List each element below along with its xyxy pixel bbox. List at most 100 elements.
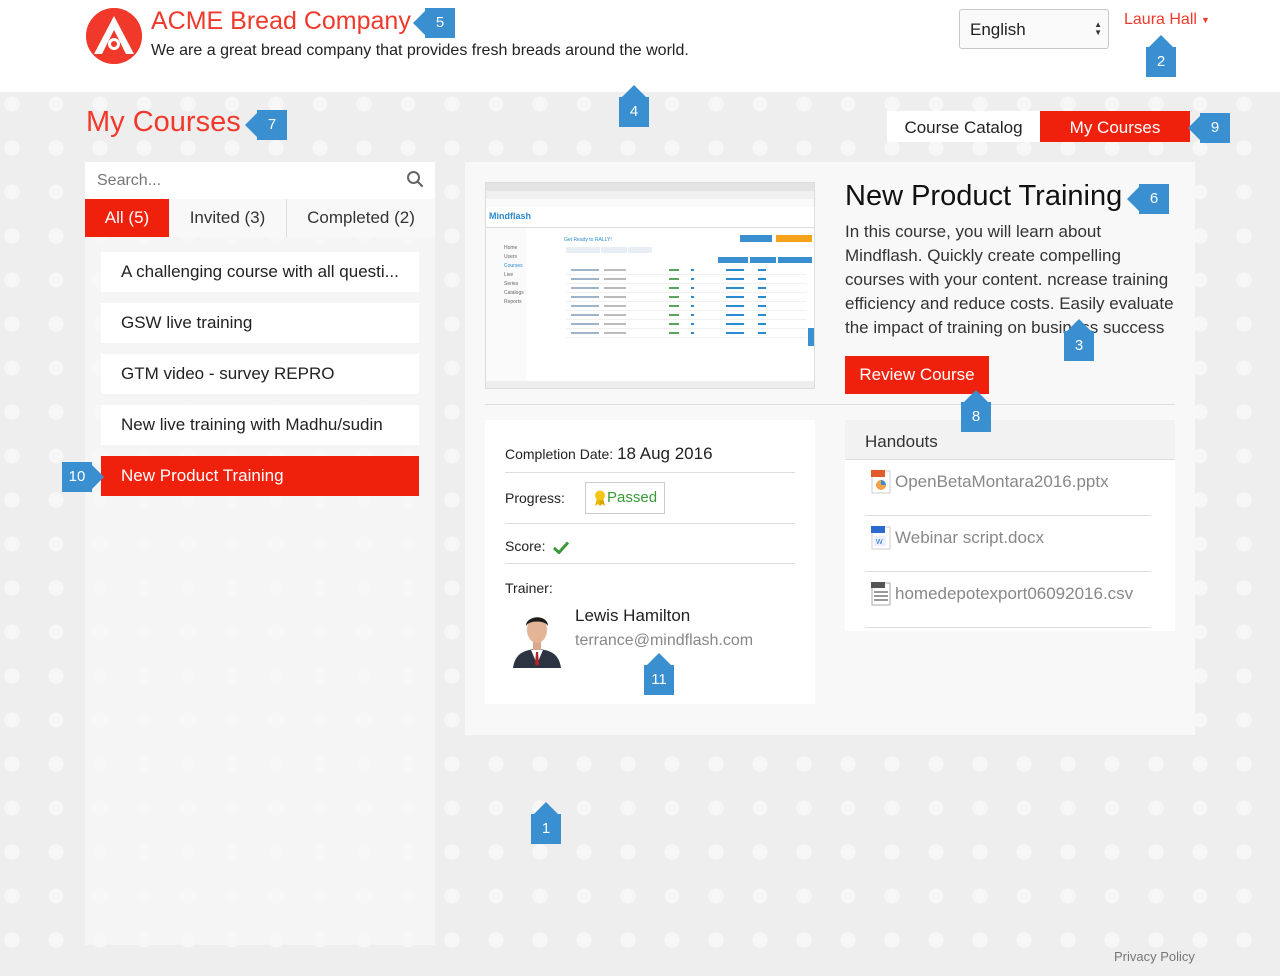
thumb-row-cell xyxy=(758,278,766,280)
filter-tab-completed[interactable]: Completed (2) xyxy=(287,199,435,237)
thumb-row-cell xyxy=(691,278,694,280)
user-name: Laura Hall xyxy=(1124,11,1197,28)
filter-tab-all[interactable]: All (5) xyxy=(85,199,169,237)
thumb-row-cell xyxy=(691,305,694,307)
thumb-row-cell xyxy=(604,287,626,289)
callout-marker: 9 xyxy=(1188,113,1230,143)
thumb-row-cell xyxy=(669,305,679,307)
score-label: Score: xyxy=(505,538,546,554)
thumb-row-cell xyxy=(571,332,599,334)
course-list-item[interactable]: A challenging course with all questi... xyxy=(101,252,419,292)
handout-file-name: OpenBetaMontara2016.pptx xyxy=(895,472,1109,491)
thumb-row-cell xyxy=(604,296,626,298)
review-course-button[interactable]: Review Course xyxy=(845,356,989,394)
language-select[interactable]: English ▲ ▼ xyxy=(959,9,1109,49)
company-logo[interactable] xyxy=(86,8,142,64)
thumb-row-cell xyxy=(604,323,626,325)
thumb-row-cell xyxy=(669,314,679,316)
course-title: New Product Training xyxy=(845,180,1123,212)
completion-row: Completion Date: 18 Aug 2016 xyxy=(505,444,795,464)
company-name[interactable]: ACME Bread Company xyxy=(151,7,411,36)
tab-my-courses[interactable]: My Courses xyxy=(1040,111,1190,142)
thumb-row-cell xyxy=(726,296,744,298)
progress-value: Passed xyxy=(607,489,658,506)
callout-marker: 4 xyxy=(619,85,649,127)
thumb-row-line xyxy=(566,283,806,284)
handout-item[interactable]: homedepotexport06092016.csv xyxy=(865,572,1151,628)
completion-label: Completion Date: xyxy=(505,446,614,462)
select-arrows-icon: ▲ ▼ xyxy=(1094,20,1102,37)
progress-label: Progress: xyxy=(505,490,565,506)
search-input[interactable] xyxy=(85,162,385,199)
thumb-row-cell xyxy=(669,323,679,325)
course-list-item[interactable]: New live training with Madhu/sudin xyxy=(101,405,419,445)
thumb-row-cell xyxy=(726,332,744,334)
filter-tab-invited[interactable]: Invited (3) xyxy=(169,199,287,237)
course-detail-panel: Mindflash Get Ready to RALLY! Home Users C… xyxy=(465,162,1195,735)
thumb-nav-item: Home xyxy=(504,245,518,251)
handout-item[interactable]: OpenBetaMontara2016.pptx xyxy=(865,460,1151,516)
thumb-row-cell xyxy=(604,332,626,334)
thumb-row-cell xyxy=(758,269,766,271)
thumb-row-cell xyxy=(726,287,744,289)
thumb-row-cell xyxy=(726,278,744,280)
check-icon xyxy=(553,541,570,554)
thumb-row-cell xyxy=(571,305,599,307)
company-tagline: We are a great bread company that provid… xyxy=(151,42,689,59)
search-icon[interactable] xyxy=(406,170,424,188)
thumb-row-cell xyxy=(571,278,599,280)
thumb-row-cell xyxy=(726,305,744,307)
thumb-nav-item: Courses xyxy=(504,263,523,269)
thumb-row-cell xyxy=(691,296,694,298)
thumb-nav-item: Reports xyxy=(504,299,522,305)
callout-marker: 1 xyxy=(531,802,561,844)
thumb-row-cell xyxy=(691,287,694,289)
thumb-nav-item: Live xyxy=(504,272,513,278)
privacy-policy-link[interactable]: Privacy Policy xyxy=(1114,949,1195,964)
thumb-row-cell xyxy=(726,314,744,316)
thumb-row-cell xyxy=(758,296,766,298)
thumb-row-cell xyxy=(571,314,599,316)
handout-file-name: Webinar script.docx xyxy=(895,528,1044,547)
thumb-row-cell xyxy=(669,278,679,280)
thumb-row-cell xyxy=(758,287,766,289)
course-list: A challenging course with all questi... … xyxy=(101,252,419,507)
award-ribbon-icon xyxy=(595,490,605,507)
thumb-row-cell xyxy=(571,323,599,325)
thumb-row-line xyxy=(566,301,806,302)
search-box xyxy=(85,162,435,199)
thumb-row-cell xyxy=(669,296,679,298)
csv-file-icon xyxy=(871,582,891,606)
caret-down-icon: ▼ xyxy=(1200,14,1210,25)
course-list-item[interactable]: GTM video - survey REPRO xyxy=(101,354,419,394)
course-thumbnail[interactable]: Mindflash Get Ready to RALLY! Home Users C… xyxy=(485,182,815,389)
acme-logo-icon xyxy=(86,8,142,64)
user-menu[interactable]: Laura Hall ▼ xyxy=(1124,11,1210,29)
trainer-name: Lewis Hamilton xyxy=(575,606,691,625)
site-header: ACME Bread Company We are a great bread … xyxy=(0,0,1280,92)
thumb-row-cell xyxy=(691,332,694,334)
thumb-row-line xyxy=(566,292,806,293)
course-nav-tabs: Course Catalog My Courses xyxy=(887,111,1190,142)
trainer-email[interactable]: terrance@mindflash.com xyxy=(575,632,753,650)
thumb-nav-item: Users xyxy=(504,254,518,260)
thumb-nav-item: Series xyxy=(504,281,519,287)
course-list-item-selected[interactable]: New Product Training xyxy=(101,456,419,496)
completion-date: 18 Aug 2016 xyxy=(617,444,713,463)
thumb-row-cell xyxy=(669,287,679,289)
callout-marker: 6 xyxy=(1127,184,1169,214)
filter-tabs: All (5) Invited (3) Completed (2) xyxy=(85,199,435,237)
thumb-row-cell xyxy=(758,323,766,325)
handouts-panel: Handouts OpenBetaMontara2016.pptx W Webi… xyxy=(845,420,1175,631)
language-select-value: English xyxy=(970,20,1026,39)
course-list-item[interactable]: GSW live training xyxy=(101,303,419,343)
handout-item[interactable]: W Webinar script.docx xyxy=(865,516,1151,572)
thumb-row-cell xyxy=(604,314,626,316)
callout-marker: 3 xyxy=(1064,319,1094,361)
handout-file-name: homedepotexport06092016.csv xyxy=(895,584,1134,603)
callout-marker: 11 xyxy=(644,653,674,695)
thumb-row-line xyxy=(566,319,806,320)
thumb-row-cell xyxy=(726,269,744,271)
tab-course-catalog[interactable]: Course Catalog xyxy=(887,111,1040,142)
score-row: Score: xyxy=(505,538,795,554)
